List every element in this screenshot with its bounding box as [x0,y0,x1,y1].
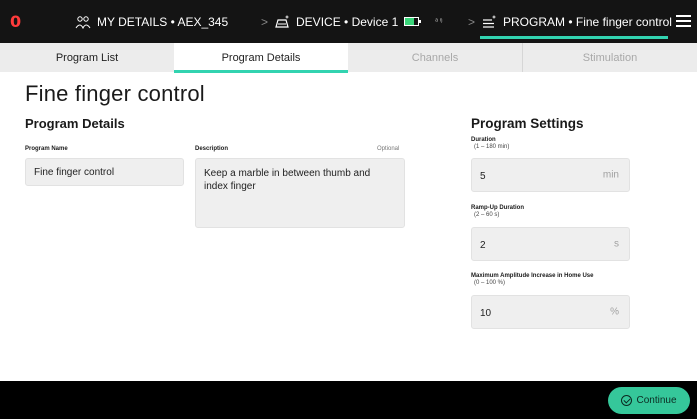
description-textarea[interactable]: Keep a marble in between thumb and index… [195,158,405,228]
ramp-up-input[interactable]: 2 s [471,227,630,261]
page-title: Fine finger control [25,81,205,106]
chevron-right-icon: > [261,14,269,29]
program-name-value: Fine finger control [34,167,115,178]
program-name-label: Program Name [25,146,68,152]
footer-bar: Continue [0,381,697,419]
ramp-up-unit: s [614,238,619,250]
device-breadcrumb[interactable]: > DEVICE • Device 1 ᵃ ᵑ [261,0,442,43]
continue-button[interactable]: Continue [608,387,690,414]
app-logo: 0 [10,12,22,31]
tab-channels[interactable]: Channels [348,43,522,72]
ramp-up-range: (2 – 60 s) [474,212,500,218]
my-details-label: MY DETAILS • AEX_345 [97,14,229,29]
max-amplitude-input[interactable]: 10 % [471,295,630,329]
program-label: PROGRAM • Fine finger control [503,14,672,29]
description-value: Keep a marble in between thumb and index… [204,168,371,192]
chevron-right-icon: > [468,14,476,29]
people-icon [75,15,91,29]
tab-bar: Program List Program Details Channels St… [0,43,697,73]
duration-unit: min [602,169,619,181]
duration-range: (1 – 180 min) [474,144,510,150]
menu-icon[interactable] [676,15,691,27]
duration-input[interactable]: 5 min [471,158,630,192]
program-active-indicator [480,36,668,39]
my-details-breadcrumb[interactable]: MY DETAILS • AEX_345 [75,0,228,43]
max-amplitude-unit: % [610,306,619,318]
device-label: DEVICE • Device 1 [296,14,399,29]
max-amplitude-value: 10 [480,308,492,319]
ramp-up-label: Ramp-Up Duration [471,205,524,211]
max-amplitude-range: (0 – 100 %) [474,280,506,286]
program-details-heading: Program Details [25,116,125,131]
ramp-up-value: 2 [480,240,486,251]
check-circle-icon [621,395,633,406]
tab-program-list[interactable]: Program List [0,43,174,72]
program-list-icon [483,15,496,28]
signal-indicator: ᵃ ᵑ [435,18,443,25]
continue-label: Continue [636,395,677,406]
duration-label: Duration [471,137,496,143]
program-name-input[interactable]: Fine finger control [25,158,184,186]
duration-value: 5 [480,171,486,182]
tab-program-details[interactable]: Program Details [174,43,348,73]
max-amplitude-label: Maximum Amplitude Increase in Home Use [471,273,594,279]
tab-stimulation[interactable]: Stimulation [523,43,697,72]
description-optional-label: Optional [377,146,400,152]
program-settings-heading: Program Settings [471,116,584,131]
top-bar: 0 MY DETAILS • AEX_345 > DEVICE • Device… [0,0,697,43]
device-icon [275,15,289,28]
description-label: Description [195,146,229,152]
battery-icon [404,17,422,26]
